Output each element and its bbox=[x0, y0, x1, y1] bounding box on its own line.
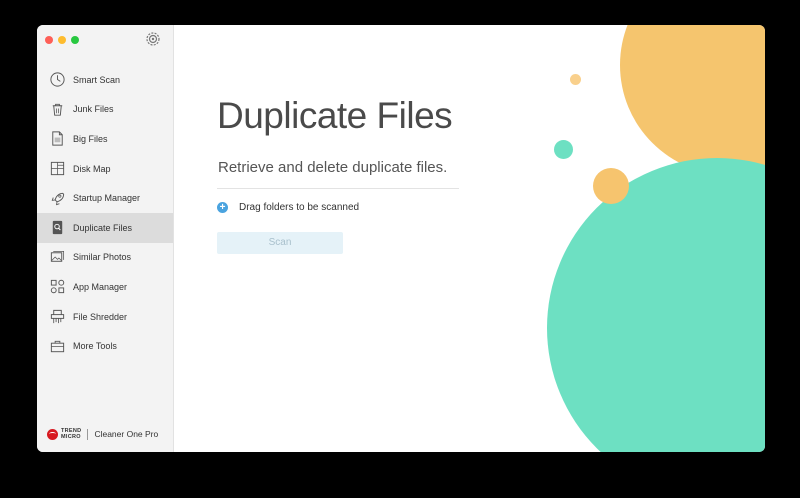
decorative-orange-circle bbox=[620, 25, 765, 175]
page-subtitle: Retrieve and delete duplicate files. bbox=[218, 159, 448, 176]
trend-micro-logo-icon bbox=[47, 428, 58, 440]
sidebar-item-label: Big Files bbox=[73, 133, 108, 144]
brand-footer: TREND MICRO Cleaner One Pro bbox=[47, 426, 158, 442]
close-window-button[interactable] bbox=[45, 36, 53, 44]
decorative-teal-dot bbox=[554, 140, 573, 159]
sidebar-item-label: Disk Map bbox=[73, 163, 111, 174]
sidebar-item-more-tools[interactable]: More Tools bbox=[37, 331, 173, 361]
sidebar-item-file-shredder[interactable]: File Shredder bbox=[37, 302, 173, 332]
decorative-orange-dot bbox=[593, 168, 629, 204]
sidebar-item-big-files[interactable]: Big Files bbox=[37, 124, 173, 154]
sidebar-item-label: More Tools bbox=[73, 341, 117, 352]
plus-icon[interactable]: + bbox=[217, 202, 228, 213]
shredder-icon bbox=[48, 308, 66, 326]
sidebar-item-startup-manager[interactable]: Startup Manager bbox=[37, 183, 173, 213]
sidebar-item-junk-files[interactable]: Junk Files bbox=[37, 95, 173, 125]
sidebar-item-smart-scan[interactable]: Smart Scan bbox=[37, 65, 173, 95]
decorative-teal-circle bbox=[547, 158, 765, 452]
clock-icon bbox=[48, 71, 66, 89]
divider bbox=[217, 188, 459, 189]
zoom-window-button[interactable] bbox=[71, 36, 79, 44]
rocket-icon bbox=[48, 189, 66, 207]
sidebar-item-app-manager[interactable]: App Manager bbox=[37, 272, 173, 302]
sidebar-item-similar-photos[interactable]: Similar Photos bbox=[37, 243, 173, 273]
product-name: Cleaner One Pro bbox=[94, 429, 159, 439]
disk-map-icon bbox=[48, 160, 66, 178]
app-window: Smart Scan Junk Files Big Files Disk Map bbox=[37, 25, 765, 452]
toolbox-icon bbox=[48, 337, 66, 355]
duplicate-files-icon bbox=[48, 219, 66, 237]
sidebar-item-label: Duplicate Files bbox=[73, 222, 133, 233]
page-title: Duplicate Files bbox=[217, 95, 453, 136]
brand-divider bbox=[87, 428, 89, 440]
sidebar-item-label: Junk Files bbox=[73, 104, 114, 115]
sidebar: Smart Scan Junk Files Big Files Disk Map bbox=[37, 25, 174, 452]
drag-folders-label: Drag folders to be scanned bbox=[239, 202, 360, 213]
sidebar-item-label: File Shredder bbox=[73, 311, 128, 322]
sidebar-item-duplicate-files[interactable]: Duplicate Files bbox=[37, 212, 173, 243]
decorative-orange-tiny-dot bbox=[570, 74, 581, 85]
minimize-window-button[interactable] bbox=[58, 36, 66, 44]
main-panel: Duplicate Files Retrieve and delete dupl… bbox=[174, 25, 765, 452]
sidebar-nav: Smart Scan Junk Files Big Files Disk Map bbox=[37, 65, 173, 361]
sidebar-item-disk-map[interactable]: Disk Map bbox=[37, 154, 173, 184]
brand-logo-text: TREND MICRO bbox=[61, 428, 82, 440]
trash-icon bbox=[48, 100, 66, 118]
apps-icon bbox=[48, 278, 66, 296]
settings-gear-icon[interactable] bbox=[145, 31, 161, 47]
photos-icon bbox=[48, 248, 66, 266]
sidebar-item-label: Startup Manager bbox=[73, 193, 141, 204]
sidebar-item-label: Smart Scan bbox=[73, 74, 121, 85]
scan-button[interactable]: Scan bbox=[217, 232, 343, 254]
sidebar-item-label: Similar Photos bbox=[73, 252, 132, 263]
sidebar-item-label: App Manager bbox=[73, 281, 128, 292]
big-file-icon bbox=[48, 130, 66, 148]
drag-folders-row[interactable]: + Drag folders to be scanned bbox=[217, 202, 359, 213]
